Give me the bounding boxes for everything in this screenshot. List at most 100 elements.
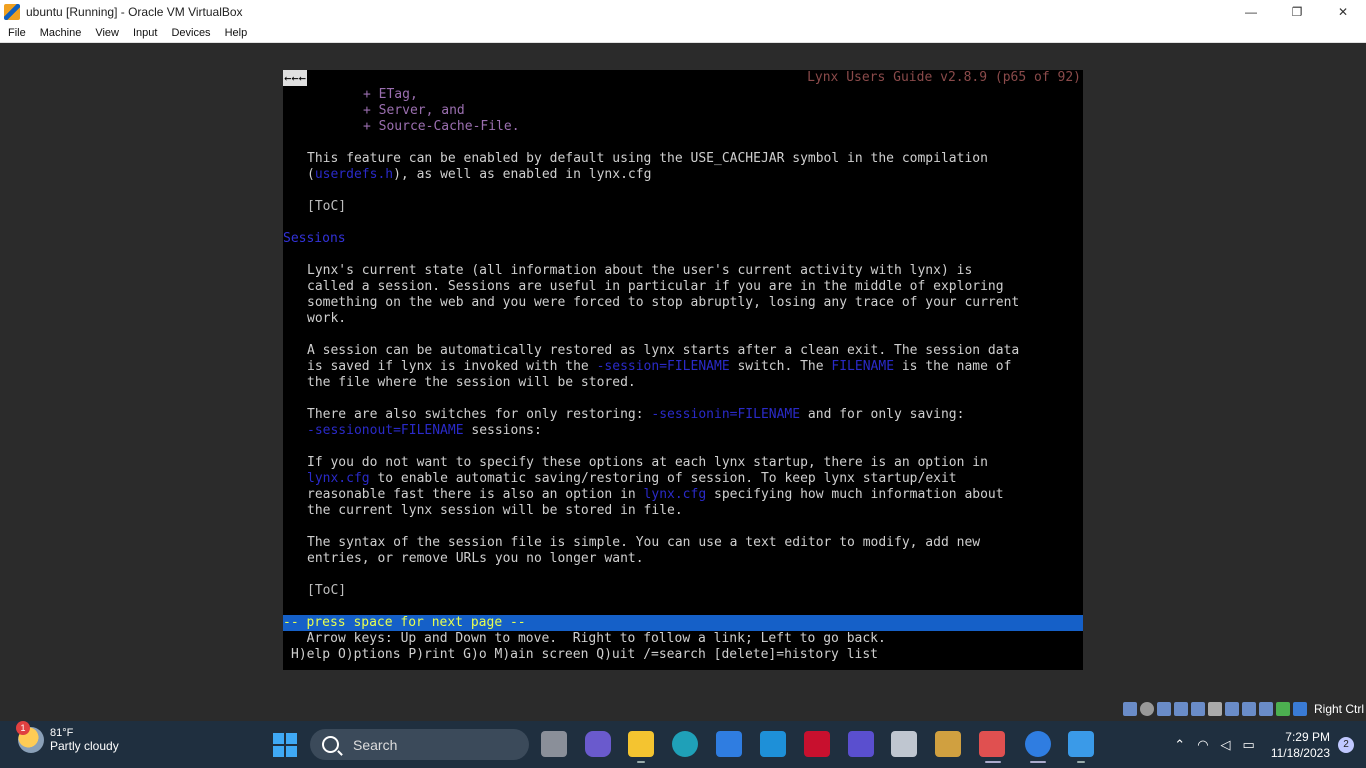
restore-button[interactable]: ❐ xyxy=(1274,0,1320,23)
window-titlebar: ubuntu [Running] - Oracle VM VirtualBox … xyxy=(0,0,1366,23)
mouse-integration-icon[interactable] xyxy=(1275,702,1290,716)
minimize-button[interactable]: — xyxy=(1228,0,1274,23)
menu-file[interactable]: File xyxy=(0,27,32,39)
notification-badge[interactable]: 2 xyxy=(1338,736,1354,753)
text-line: something on the web and you were forced… xyxy=(307,295,1020,310)
link-lynx-cfg[interactable]: lynx.cfg xyxy=(307,471,370,486)
audio-icon[interactable] xyxy=(1156,702,1171,716)
status-bar: -- press space for next page -- xyxy=(283,615,1083,631)
text-line: (userdefs.h), as well as enabled in lynx… xyxy=(307,167,651,183)
usb-icon[interactable] xyxy=(1190,702,1205,716)
text-span: is the name of xyxy=(894,359,1012,374)
virtualbox-manager-icon[interactable] xyxy=(891,731,917,757)
speaker-icon[interactable]: ◁ xyxy=(1221,737,1231,753)
text-line: If you do not want to specify these opti… xyxy=(307,455,988,470)
text-span: is saved if lynx is invoked with the xyxy=(307,359,597,374)
partly-cloudy-icon: 1 xyxy=(16,721,44,753)
text-line: Lynx's current state (all information ab… xyxy=(307,263,973,278)
text-span: switch. The xyxy=(729,359,832,374)
optical-drive-icon[interactable] xyxy=(1139,702,1154,716)
clock-time: 7:29 PM xyxy=(1285,729,1330,744)
text-line: The syntax of the session file is simple… xyxy=(307,535,981,550)
display-icon[interactable] xyxy=(1224,702,1239,716)
text-span: ( xyxy=(307,167,315,182)
file-explorer-icon[interactable] xyxy=(628,731,654,757)
link-session[interactable]: -session=FILENAME xyxy=(597,359,730,374)
link-userdefs[interactable]: userdefs.h xyxy=(315,167,393,182)
menu-devices[interactable]: Devices xyxy=(163,27,216,39)
text-span: sessions: xyxy=(463,423,542,438)
list-item: + ETag, xyxy=(363,87,418,102)
text-span: There are also switches for only restori… xyxy=(307,407,652,422)
clock-date: 11/18/2023 xyxy=(1270,745,1330,760)
list-item: + Source-Cache-File. xyxy=(363,119,520,134)
menu-help[interactable]: Help xyxy=(217,27,254,39)
link-filename[interactable]: FILENAME xyxy=(831,359,894,374)
clock[interactable]: 7:29 PM 11/18/2023 xyxy=(1271,729,1330,761)
hard-disk-icon[interactable] xyxy=(1122,702,1137,716)
toc-link[interactable]: [ToC] xyxy=(307,583,346,599)
edge-icon[interactable] xyxy=(672,731,698,757)
text-line: reasonable fast there is also an option … xyxy=(307,487,1004,503)
virtualbox-vm-icon[interactable] xyxy=(1025,731,1051,757)
menu-input[interactable]: Input xyxy=(125,27,163,39)
taskbar-search[interactable]: Search xyxy=(310,729,529,760)
keyboard-capture-icon[interactable] xyxy=(1292,702,1307,716)
battery-icon[interactable]: ▭ xyxy=(1243,737,1255,753)
chevron-up-icon[interactable]: ⌃ xyxy=(1174,737,1185,753)
back-arrows[interactable]: ←←← xyxy=(283,70,307,86)
link-lynx-cfg[interactable]: lynx.cfg xyxy=(644,487,707,502)
vbox-status-bar: Right Ctrl xyxy=(1122,697,1366,721)
weather-temp: 81°F xyxy=(50,727,74,739)
link-sessionout[interactable]: -sessionout=FILENAME xyxy=(307,423,464,438)
virtualbox-icon xyxy=(4,3,20,20)
photos-icon[interactable] xyxy=(1068,731,1094,757)
store-icon[interactable] xyxy=(716,731,742,757)
taskbar: 1 81°F Partly cloudy Search ⌃ ◠ ◁ ▭ 7:29… xyxy=(0,721,1366,768)
menu-bar: File Machine View Input Devices Help xyxy=(0,23,1366,43)
menu-machine[interactable]: Machine xyxy=(32,27,88,39)
shared-folders-icon[interactable] xyxy=(1207,702,1222,716)
menu-view[interactable]: View xyxy=(87,27,125,39)
text-line: lynx.cfg to enable automatic saving/rest… xyxy=(307,471,957,487)
link-sessionin[interactable]: -sessionin=FILENAME xyxy=(651,407,800,422)
system-tray: ⌃ ◠ ◁ ▭ 7:29 PM 11/18/2023 2 xyxy=(1168,721,1366,768)
snipping-tool-icon[interactable] xyxy=(979,731,1005,757)
search-label: Search xyxy=(353,736,398,753)
weather-badge: 1 xyxy=(16,721,30,735)
text-span: specifying how much information about xyxy=(706,487,1004,502)
close-button[interactable]: ✕ xyxy=(1320,0,1366,23)
text-line: the file where the session will be store… xyxy=(307,375,636,390)
start-button[interactable] xyxy=(273,733,297,757)
text-line: This feature can be enabled by default u… xyxy=(307,151,988,166)
help-line: Arrow keys: Up and Down to move. Right t… xyxy=(291,631,886,646)
media-app-icon[interactable] xyxy=(848,731,874,757)
l-app-icon[interactable] xyxy=(760,731,786,757)
host-key-label: Right Ctrl xyxy=(1313,702,1364,716)
cpu-icon[interactable] xyxy=(1258,702,1273,716)
text-span: and for only saving: xyxy=(800,407,965,422)
mcafee-icon[interactable] xyxy=(804,731,830,757)
task-view-icon[interactable] xyxy=(541,731,567,757)
text-line: There are also switches for only restori… xyxy=(307,407,964,423)
text-span: to enable automatic saving/restoring of … xyxy=(369,471,957,486)
text-line: is saved if lynx is invoked with the -se… xyxy=(307,359,1011,375)
text-line: entries, or remove URLs you no longer wa… xyxy=(307,551,644,566)
window-title: ubuntu [Running] - Oracle VM VirtualBox xyxy=(26,4,243,19)
text-span: ), as well as enabled in lynx.cfg xyxy=(393,167,652,182)
text-line: the current lynx session will be stored … xyxy=(307,503,683,518)
vm-console[interactable]: ←←← Lynx Users Guide v2.8.9 (p65 of 92) … xyxy=(283,70,1083,670)
weather-widget[interactable]: 1 81°F Partly cloudy xyxy=(16,721,119,753)
wifi-icon[interactable]: ◠ xyxy=(1197,737,1208,753)
text-line: -sessionout=FILENAME sessions: xyxy=(307,423,542,439)
chat-icon[interactable] xyxy=(585,731,611,757)
help-line: H)elp O)ptions P)rint G)o M)ain screen Q… xyxy=(291,647,878,662)
text-line: work. xyxy=(307,311,347,326)
weather-condition: Partly cloudy xyxy=(50,739,119,753)
section-heading: Sessions xyxy=(283,231,346,246)
toc-link[interactable]: [ToC] xyxy=(307,199,346,215)
video-capture-icon[interactable] xyxy=(1241,702,1256,716)
network-icon[interactable] xyxy=(1173,702,1188,716)
text-line: A session can be automatically restored … xyxy=(307,343,1020,358)
archive-app-icon[interactable] xyxy=(935,731,961,757)
